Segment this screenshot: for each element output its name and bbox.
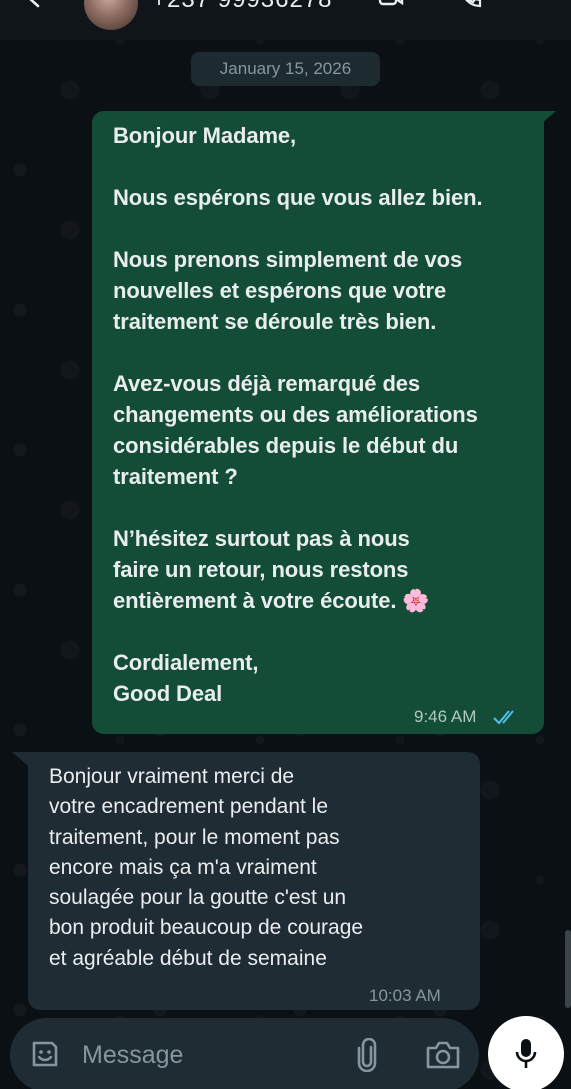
arrow-left-icon[interactable] bbox=[24, 0, 46, 8]
message-paragraph-with-emoji: N’hésitez surtout pas à nous faire un re… bbox=[113, 523, 533, 616]
paperclip-icon[interactable] bbox=[354, 1038, 380, 1072]
message-timestamp: 10:03 AM bbox=[369, 986, 441, 1005]
message-paragraph: Nous prenons simplement de vos nouvelles… bbox=[113, 247, 463, 334]
microphone-icon bbox=[515, 1039, 537, 1068]
phone-icon[interactable] bbox=[458, 0, 484, 10]
incoming-bubble-tail bbox=[12, 752, 28, 766]
message-paragraph: Nous espérons que vous allez bien. bbox=[113, 185, 483, 210]
more-vert-icon[interactable] bbox=[528, 0, 540, 10]
contact-name[interactable]: +237 99936278 bbox=[152, 0, 333, 14]
date-separator: January 15, 2026 bbox=[191, 52, 380, 86]
message-input[interactable] bbox=[82, 1036, 332, 1074]
double-check-read-icon bbox=[493, 710, 514, 725]
message-signature: Cordialement, Good Deal bbox=[113, 650, 259, 706]
scrollbar[interactable] bbox=[565, 930, 571, 1008]
message-paragraph: N’hésitez surtout pas à nous faire un re… bbox=[113, 526, 410, 613]
avatar[interactable] bbox=[84, 0, 138, 30]
cherry-blossom-emoji: 🌸 bbox=[402, 588, 430, 613]
message-paragraph: Avez-vous déjà remarqué des changements … bbox=[113, 371, 478, 489]
sticker-icon[interactable] bbox=[30, 1039, 60, 1069]
message-timestamp: 9:46 AM bbox=[414, 707, 477, 726]
chat-header: +237 99936278 bbox=[0, 0, 571, 40]
camera-icon[interactable] bbox=[425, 1040, 461, 1070]
message-paragraph: Bonjour Madame, bbox=[113, 123, 297, 148]
incoming-message-text: Bonjour vraiment merci de votre encadrem… bbox=[49, 765, 364, 970]
outgoing-message-text: Bonjour Madame, Nous espérons que vous a… bbox=[113, 120, 533, 709]
video-call-icon[interactable] bbox=[378, 0, 404, 10]
